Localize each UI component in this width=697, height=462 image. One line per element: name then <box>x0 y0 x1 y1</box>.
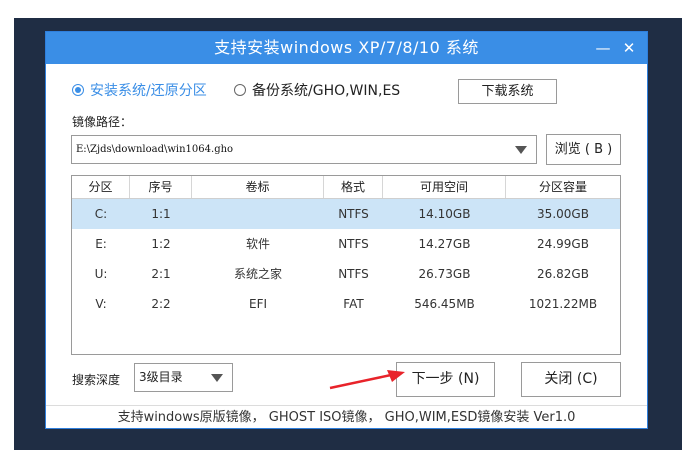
title-bar: 支持安装windows XP/7/8/10 系统 — ✕ <box>46 32 647 64</box>
cell-free: 26.73GB <box>418 267 471 281</box>
search-depth-value: 3级目录 <box>139 370 183 384</box>
search-depth-label: 搜索深度 <box>72 373 121 387</box>
table-header: 分区 序号 卷标 格式 可用空间 分区容量 <box>72 176 620 199</box>
cell-capacity: 26.82GB <box>537 267 589 281</box>
cell-format: NTFS <box>338 207 369 221</box>
close-button[interactable]: 关闭 (C) <box>521 362 621 397</box>
minimize-button[interactable]: — <box>592 32 614 64</box>
column-header[interactable]: 序号 <box>130 176 192 198</box>
cell-drive: E: <box>95 237 107 251</box>
cell-index: 1:1 <box>151 207 171 221</box>
cell-format: NTFS <box>338 267 369 281</box>
cell-capacity: 35.00GB <box>537 207 589 221</box>
image-path-combo[interactable]: E:\Zjds\download\win1064.gho <box>71 135 537 164</box>
backup-mode-option[interactable]: 备份系统/GHO,WIN,ES <box>234 78 400 102</box>
table-row[interactable]: C: 1:1 NTFS 14.10GB 35.00GB <box>72 199 620 229</box>
footer-info: 支持windows原版镜像， GHOST ISO镜像， GHO,WIM,ESD镜… <box>46 405 647 429</box>
table-row[interactable]: V: 2:2 EFI FAT 546.45MB 1021.22MB <box>72 289 620 319</box>
cell-index: 1:2 <box>151 237 171 251</box>
cell-free: 546.45MB <box>414 297 475 311</box>
next-step-button[interactable]: 下一步 (N) <box>396 362 495 397</box>
cell-label <box>192 199 324 229</box>
partition-table: 分区 序号 卷标 格式 可用空间 分区容量 C: 1:1 NTFS 14.10G… <box>71 175 621 355</box>
browse-button[interactable]: 浏览 ( B ) <box>546 134 621 165</box>
cell-index: 2:1 <box>151 267 171 281</box>
annotation-arrow-icon <box>329 370 405 390</box>
install-mode-label: 安装系统/还原分区 <box>90 83 207 99</box>
close-icon[interactable]: ✕ <box>618 32 640 64</box>
cell-label: EFI <box>248 297 268 311</box>
column-header[interactable]: 格式 <box>324 176 383 198</box>
cell-label: 系统之家 <box>233 267 282 281</box>
cell-format: NTFS <box>338 237 369 251</box>
table-row[interactable]: U: 2:1 系统之家 NTFS 26.73GB 26.82GB <box>72 259 620 289</box>
column-header[interactable]: 分区容量 <box>506 176 620 198</box>
chevron-down-icon[interactable] <box>211 374 223 382</box>
cell-capacity: 1021.22MB <box>528 297 598 311</box>
install-mode-option[interactable]: 安装系统/还原分区 <box>72 78 207 102</box>
image-path-value: E:\Zjds\download\win1064.gho <box>76 144 234 155</box>
cell-capacity: 24.99GB <box>537 237 589 251</box>
column-header[interactable]: 可用空间 <box>383 176 506 198</box>
radio-unchecked-icon[interactable] <box>234 84 246 96</box>
cell-format: FAT <box>343 297 364 311</box>
window-title: 支持安装windows XP/7/8/10 系统 <box>214 38 479 57</box>
cell-free: 14.10GB <box>418 207 471 221</box>
radio-checked-icon[interactable] <box>72 84 84 96</box>
backup-mode-label: 备份系统/GHO,WIN,ES <box>252 83 401 99</box>
image-path-label: 镜像路径： <box>72 115 133 129</box>
cell-label: 软件 <box>245 237 270 251</box>
search-depth-select[interactable]: 3级目录 <box>134 363 233 392</box>
table-row[interactable]: E: 1:2 软件 NTFS 14.27GB 24.99GB <box>72 229 620 259</box>
download-system-button[interactable]: 下载系统 <box>458 79 557 104</box>
cell-index: 2:2 <box>151 297 171 311</box>
chevron-down-icon[interactable] <box>515 146 527 154</box>
column-header[interactable]: 卷标 <box>192 176 324 198</box>
cell-free: 14.27GB <box>418 237 471 251</box>
cell-drive: V: <box>95 297 107 311</box>
cell-drive: C: <box>94 207 108 221</box>
column-header[interactable]: 分区 <box>72 176 130 198</box>
cell-drive: U: <box>94 267 108 281</box>
